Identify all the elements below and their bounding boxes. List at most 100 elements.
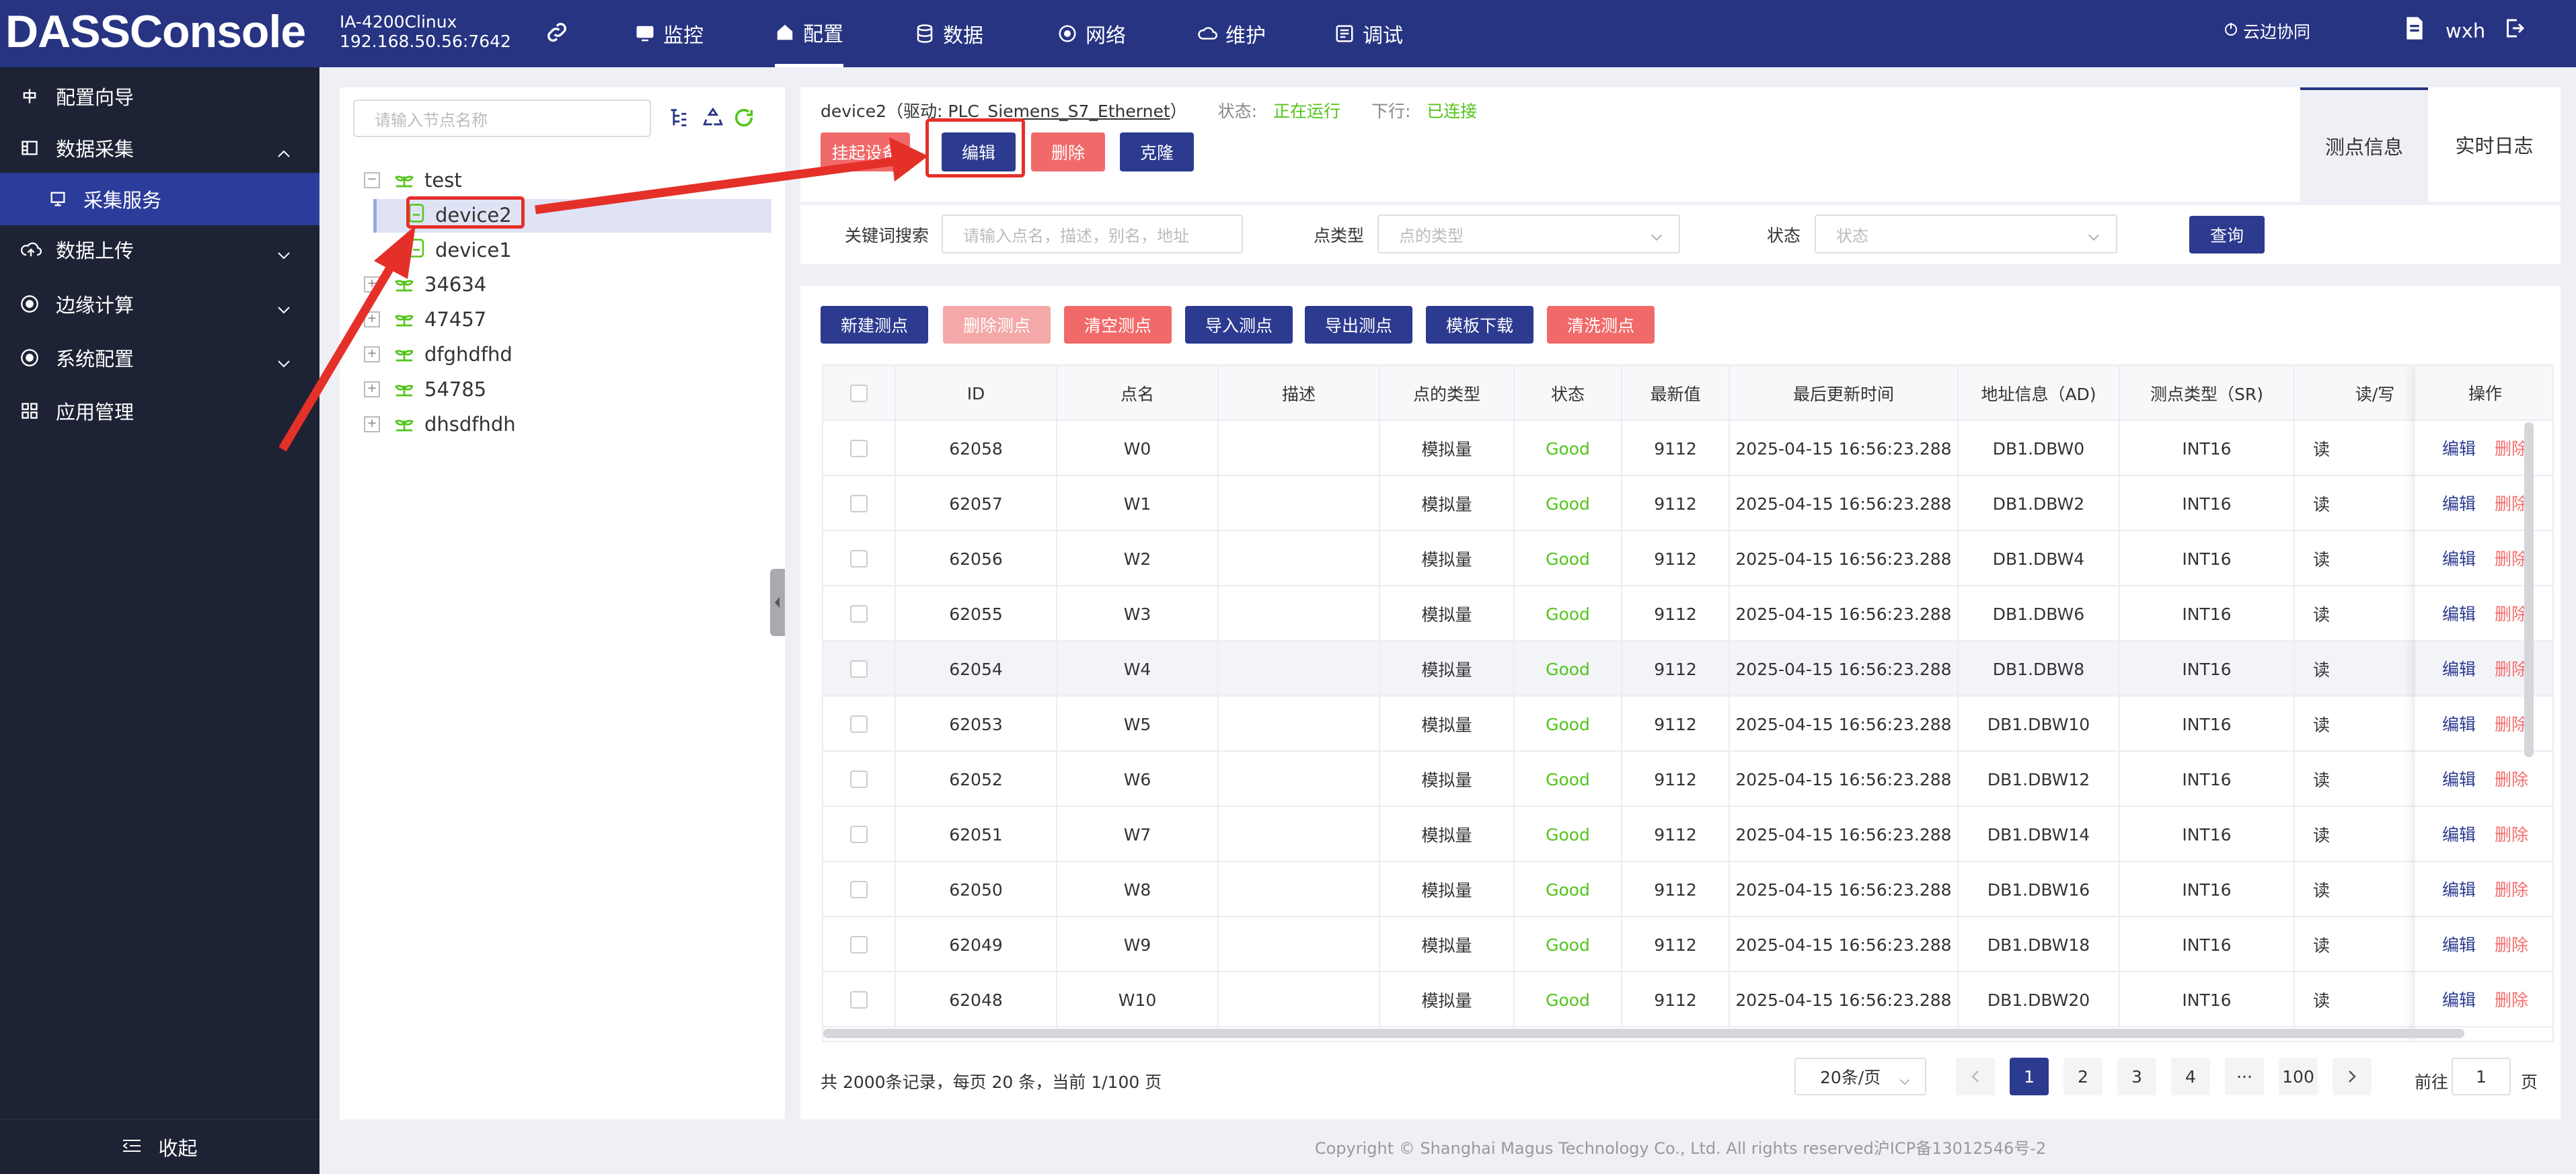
tree-node-34634[interactable]: + 34634 <box>364 267 486 302</box>
table-row[interactable]: 62056 W2 模拟量 Good 9112 2025-04-15 16:56:23.28… <box>823 531 2552 586</box>
checkbox[interactable] <box>850 495 868 512</box>
tree-node-dfghdfhd[interactable]: + dfghdfhd <box>364 337 513 372</box>
row-select-cell[interactable] <box>823 752 896 807</box>
prev-page-button[interactable] <box>1956 1058 1995 1095</box>
expand-node-icon[interactable]: + <box>364 311 380 327</box>
nav-config[interactable]: 配置 <box>775 0 843 67</box>
nav-maintenance[interactable]: 维护 <box>1197 0 1266 67</box>
clone-device-button[interactable]: 克隆 <box>1120 132 1194 171</box>
sidebar-collapse-button[interactable]: 收起 <box>0 1120 319 1174</box>
table-row[interactable]: 62052 W6 模拟量 Good 9112 2025-04-15 16:56:23.28… <box>823 752 2552 807</box>
sidebar-item-edge-compute[interactable]: 边缘计算 <box>0 278 319 330</box>
row-delete-link[interactable]: 删除 <box>2495 656 2528 680</box>
row-delete-link[interactable]: 删除 <box>2495 932 2528 956</box>
sidebar-item-app-manage[interactable]: 应用管理 <box>0 385 319 437</box>
row-edit-link[interactable]: 编辑 <box>2442 711 2476 736</box>
checkbox[interactable] <box>850 881 868 898</box>
table-row[interactable]: 62057 W1 模拟量 Good 9112 2025-04-15 16:56:23.28… <box>823 476 2552 531</box>
point-type-select[interactable]: 点的类型 <box>1377 214 1680 253</box>
row-select-cell[interactable] <box>823 641 896 697</box>
refresh-icon[interactable] <box>732 106 755 132</box>
collapse-node-icon[interactable]: − <box>364 172 380 188</box>
recycle-icon[interactable] <box>702 106 724 132</box>
new-point-button[interactable]: 新建测点 <box>821 306 928 344</box>
next-page-button[interactable] <box>2333 1058 2372 1095</box>
header-select-all[interactable] <box>823 366 896 421</box>
checkbox[interactable] <box>850 660 868 678</box>
tab-point-info[interactable]: 测点信息 <box>2300 87 2428 202</box>
table-row[interactable]: 62058 W0 模拟量 Good 9112 2025-04-15 16:56:23.28… <box>823 421 2552 476</box>
checkbox[interactable] <box>850 605 868 623</box>
logout-icon[interactable] <box>2503 16 2527 45</box>
row-edit-link[interactable]: 编辑 <box>2442 601 2476 625</box>
template-download-button[interactable]: 模板下载 <box>1426 306 1533 344</box>
tree-search-input[interactable]: 请输入节点名称 <box>353 100 651 137</box>
checkbox[interactable] <box>850 826 868 843</box>
page-size-select[interactable]: 20条/页 <box>1794 1058 1926 1095</box>
row-delete-link[interactable]: 删除 <box>2495 711 2528 736</box>
tree-node-54785[interactable]: + 54785 <box>364 372 486 407</box>
row-edit-link[interactable]: 编辑 <box>2442 767 2476 791</box>
export-points-button[interactable]: 导出测点 <box>1305 306 1412 344</box>
row-delete-link[interactable]: 删除 <box>2495 987 2528 1011</box>
checkbox[interactable] <box>850 936 868 953</box>
nav-data[interactable]: 数据 <box>915 0 983 67</box>
row-edit-link[interactable]: 编辑 <box>2442 491 2476 515</box>
checkbox[interactable] <box>850 440 868 457</box>
checkbox[interactable] <box>850 715 868 733</box>
status-select[interactable]: 状态 <box>1815 214 2117 253</box>
document-icon[interactable] <box>2401 15 2428 46</box>
checkbox[interactable] <box>850 991 868 1009</box>
table-row[interactable]: 62050 W8 模拟量 Good 9112 2025-04-15 16:56:23.28… <box>823 862 2552 917</box>
row-select-cell[interactable] <box>823 807 896 862</box>
row-edit-link[interactable]: 编辑 <box>2442 822 2476 846</box>
clear-points-button[interactable]: 清空测点 <box>1064 306 1172 344</box>
row-delete-link[interactable]: 删除 <box>2495 546 2528 570</box>
sidebar-item-wizard[interactable]: 配置向导 <box>0 70 319 122</box>
expand-node-icon[interactable]: + <box>364 276 380 292</box>
checkbox[interactable] <box>850 771 868 788</box>
row-edit-link[interactable]: 编辑 <box>2442 546 2476 570</box>
row-delete-link[interactable]: 删除 <box>2495 767 2528 791</box>
nav-debug[interactable]: 调试 <box>1334 0 1403 67</box>
row-edit-link[interactable]: 编辑 <box>2442 877 2476 901</box>
row-edit-link[interactable]: 编辑 <box>2442 987 2476 1011</box>
panel-resize-handle[interactable] <box>770 569 785 636</box>
row-delete-link[interactable]: 删除 <box>2495 491 2528 515</box>
keyword-search-input[interactable]: 请输入点名，描述，别名，地址 <box>942 214 1243 253</box>
row-select-cell[interactable] <box>823 917 896 972</box>
tab-realtime-log[interactable]: 实时日志 <box>2428 87 2561 202</box>
row-delete-link[interactable]: 删除 <box>2495 877 2528 901</box>
page-button[interactable]: 4 <box>2171 1058 2210 1095</box>
tree-node-dhsdfhdh[interactable]: + dhsdfhdh <box>364 407 516 442</box>
sidebar-item-collect-service[interactable]: 采集服务 <box>0 173 319 225</box>
tree-node-47457[interactable]: + 47457 <box>364 302 486 337</box>
nav-monitor[interactable]: 监控 <box>635 0 704 67</box>
expand-node-icon[interactable]: + <box>364 416 380 432</box>
table-row[interactable]: 62053 W5 模拟量 Good 9112 2025-04-15 16:56:23.28… <box>823 697 2552 752</box>
nav-network[interactable]: 网络 <box>1057 0 1126 67</box>
page-ellipsis[interactable]: ··· <box>2225 1058 2264 1095</box>
page-button[interactable]: 100 <box>2279 1058 2318 1095</box>
table-row[interactable]: 62054 W4 模拟量 Good 9112 2025-04-15 16:56:23.28… <box>823 641 2552 697</box>
wash-points-button[interactable]: 清洗测点 <box>1547 306 1655 344</box>
query-button[interactable]: 查询 <box>2189 216 2265 253</box>
row-delete-link[interactable]: 删除 <box>2495 436 2528 460</box>
table-row[interactable]: 62049 W9 模拟量 Good 9112 2025-04-15 16:56:23.28… <box>823 917 2552 972</box>
table-row[interactable]: 62055 W3 模拟量 Good 9112 2025-04-15 16:56:23.28… <box>823 586 2552 641</box>
tree-node-test[interactable]: − test <box>364 163 462 198</box>
row-delete-link[interactable]: 删除 <box>2495 822 2528 846</box>
table-row[interactable]: 62051 W7 模拟量 Good 9112 2025-04-15 16:56:23.28… <box>823 807 2552 862</box>
row-edit-link[interactable]: 编辑 <box>2442 656 2476 680</box>
expand-node-icon[interactable]: + <box>364 346 380 362</box>
link-icon[interactable] <box>543 19 570 48</box>
import-points-button[interactable]: 导入测点 <box>1185 306 1293 344</box>
row-select-cell[interactable] <box>823 586 896 641</box>
row-edit-link[interactable]: 编辑 <box>2442 436 2476 460</box>
page-button[interactable]: 3 <box>2117 1058 2156 1095</box>
sidebar-item-data-upload[interactable]: 数据上传 <box>0 223 319 276</box>
row-select-cell[interactable] <box>823 697 896 752</box>
row-edit-link[interactable]: 编辑 <box>2442 932 2476 956</box>
row-select-cell[interactable] <box>823 972 896 1027</box>
delete-device-button[interactable]: 删除 <box>1031 132 1105 171</box>
